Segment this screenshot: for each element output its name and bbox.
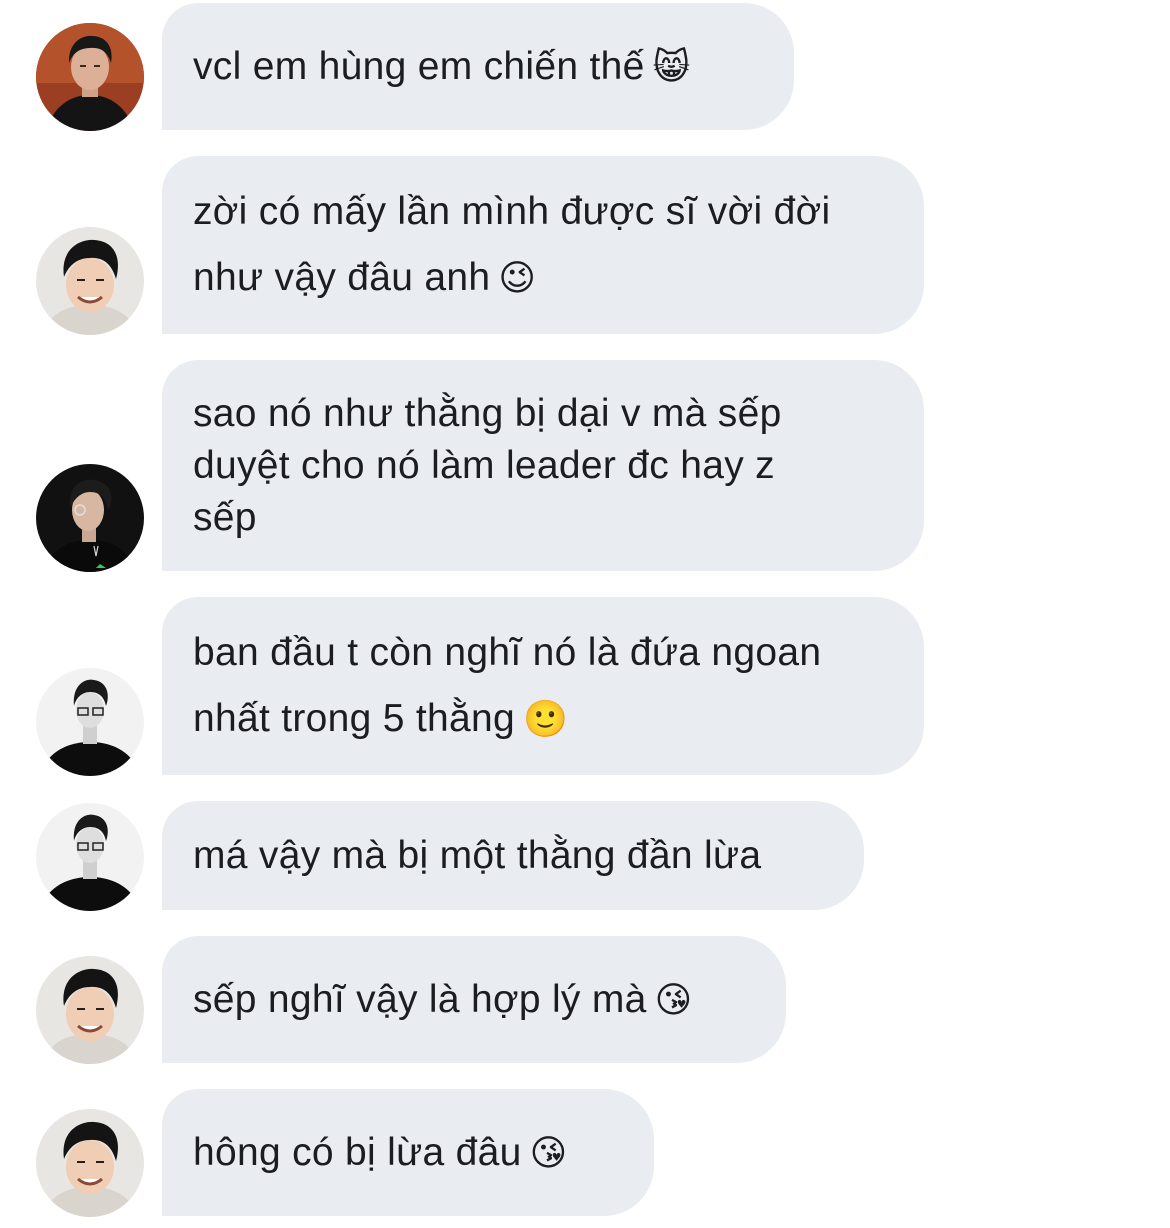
avatar-glasses-bw-icon bbox=[36, 668, 144, 776]
grinning-cat-emoji-icon: 😸 bbox=[652, 45, 691, 87]
message-bubble[interactable]: zời có mấy lần mình được sĩ vời đời như … bbox=[162, 156, 924, 334]
avatar-smiling-man-icon bbox=[36, 227, 144, 335]
avatar[interactable] bbox=[36, 668, 144, 776]
message-bubble[interactable]: sao nó như thằng bị dại v mà sếp duyệt c… bbox=[162, 360, 924, 571]
face-blowing-kiss-emoji-icon: 😘 bbox=[654, 978, 693, 1020]
avatar[interactable] bbox=[36, 803, 144, 911]
message-text: sếp nghĩ vậy là hợp lý mà bbox=[193, 977, 647, 1021]
message-bubble[interactable]: vcl em hùng em chiến thế 😸 bbox=[162, 3, 794, 130]
message-text: sao nó như thằng bị dại v mà sếp duyệt c… bbox=[193, 391, 782, 539]
avatar[interactable] bbox=[36, 956, 144, 1064]
avatar-smiling-man-icon bbox=[36, 956, 144, 1064]
message-text: hông có bị lừa đâu bbox=[193, 1130, 522, 1174]
message-text: zời có mấy lần mình được sĩ vời đời như … bbox=[193, 190, 831, 299]
message-bubble[interactable]: ban đầu t còn nghĩ nó là đứa ngoan nhất … bbox=[162, 597, 924, 775]
message-bubble[interactable]: má vậy mà bị một thằng đần lừa bbox=[162, 801, 864, 910]
chat-thread: vcl em hùng em chiến thế 😸 zời có mấy lầ… bbox=[0, 0, 1170, 1228]
message-text: ban đầu t còn nghĩ nó là đứa ngoan nhất … bbox=[193, 631, 822, 740]
avatar-glasses-bw-icon bbox=[36, 803, 144, 911]
message-text: vcl em hùng em chiến thế bbox=[193, 44, 645, 88]
avatar-smiling-man-icon bbox=[36, 1109, 144, 1217]
face-blowing-kiss-emoji-icon: 😘 bbox=[529, 1131, 568, 1173]
avatar[interactable] bbox=[36, 227, 144, 335]
avatar[interactable] bbox=[36, 23, 144, 131]
slightly-smiling-face-emoji-icon: 🙂 bbox=[523, 698, 569, 739]
avatar[interactable] bbox=[36, 1109, 144, 1217]
message-bubble[interactable]: hông có bị lừa đâu 😘 bbox=[162, 1089, 654, 1216]
avatar-portrait-red-bg-icon bbox=[36, 23, 144, 131]
message-text: má vậy mà bị một thằng đần lừa bbox=[193, 833, 762, 877]
message-bubble[interactable]: sếp nghĩ vậy là hợp lý mà 😘 bbox=[162, 936, 786, 1063]
winking-face-emoji-icon: 😉 bbox=[498, 257, 537, 298]
avatar[interactable] bbox=[36, 464, 144, 572]
avatar-side-profile-icon bbox=[36, 464, 144, 572]
